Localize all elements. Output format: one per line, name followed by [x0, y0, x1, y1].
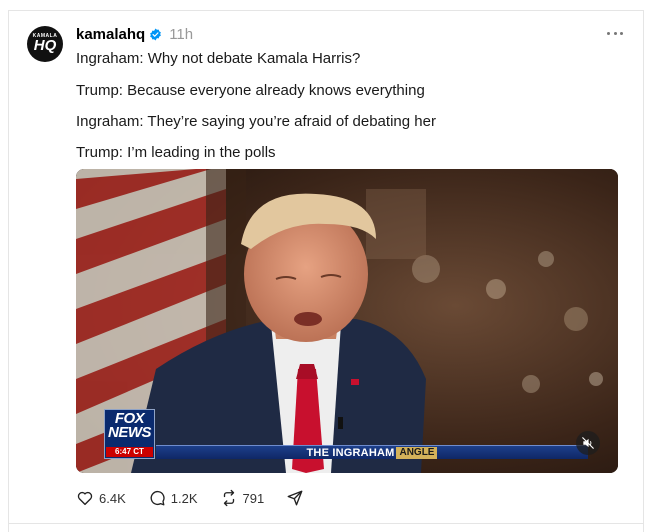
post-text-line: Ingraham: Why not debate Kamala Harris?: [76, 50, 361, 67]
comment-icon: [150, 490, 165, 506]
show-lower-third: THE INGRAHAM ANGLE: [156, 445, 588, 459]
avatar[interactable]: KAMALA HQ: [27, 26, 63, 62]
reply-count: 1.2K: [170, 490, 198, 506]
show-name: THE INGRAHAM: [306, 446, 395, 459]
post-timestamp: 11h: [169, 25, 194, 43]
fox-news-logo: FOX NEWS 6:47 CT: [104, 409, 155, 459]
like-count: 6.4K: [99, 490, 126, 506]
post-text-line: Trump: Because everyone already knows ev…: [76, 82, 425, 99]
share-icon: [287, 490, 303, 506]
fox-logo-subtext: NEWS: [108, 424, 152, 441]
more-options-icon[interactable]: [607, 27, 623, 39]
speaker-muted-icon: [582, 437, 594, 449]
post-text-line: Trump: I’m leading in the polls: [76, 144, 276, 161]
repost-button[interactable]: 791: [220, 489, 265, 507]
verified-badge-icon: [150, 28, 162, 40]
feed-divider-bottom: [8, 523, 644, 524]
video-frame: [76, 169, 618, 473]
reply-button[interactable]: 1.2K: [148, 489, 198, 507]
broadcast-clock: 6:47 CT: [106, 447, 153, 457]
like-button[interactable]: 6.4K: [76, 489, 126, 507]
username-link[interactable]: kamalahq: [76, 26, 145, 43]
post-text-line: Ingraham: They’re saying you’re afraid o…: [76, 113, 436, 130]
heart-icon: [77, 491, 93, 506]
share-button[interactable]: [286, 489, 304, 507]
repost-icon: [223, 489, 234, 507]
post-actions: 6.4K 1.2K 791: [76, 488, 326, 508]
repost-count: 791: [242, 490, 265, 506]
feed-border-right: [643, 10, 644, 532]
avatar-main-text: HQ: [33, 37, 57, 54]
video-player[interactable]: FOX NEWS 6:47 CT THE INGRAHAM ANGLE: [76, 169, 618, 473]
post-card: KAMALA HQ kamalahq 11h Ingraham: Why not…: [9, 11, 643, 523]
post-header: kamalahq 11h: [76, 23, 193, 45]
show-name-tag: ANGLE: [396, 446, 438, 459]
mute-icon[interactable]: [576, 431, 600, 455]
